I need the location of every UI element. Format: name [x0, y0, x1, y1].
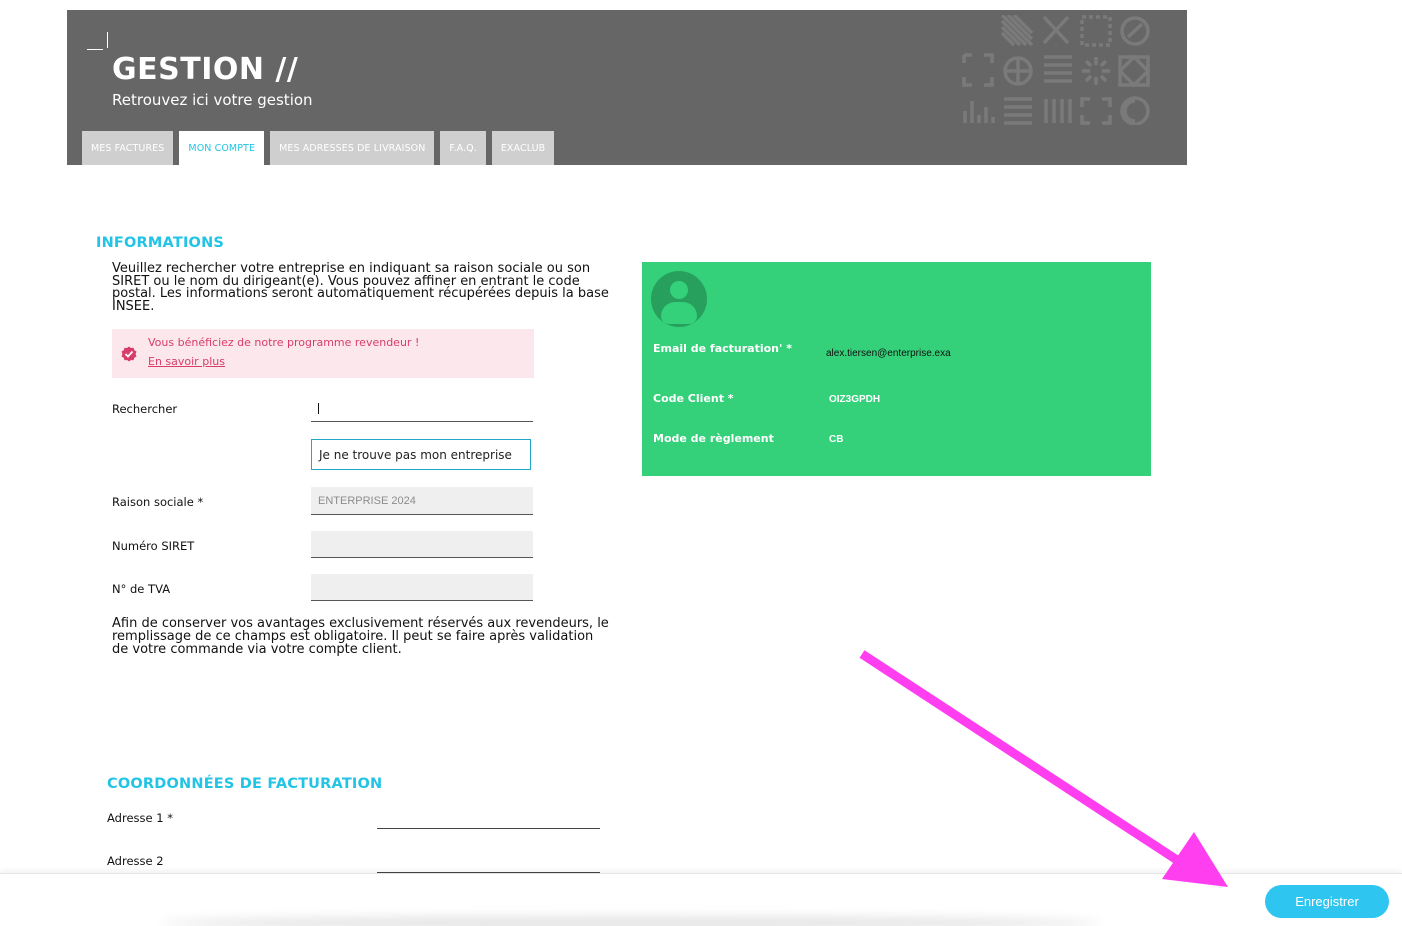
- raison-sociale-label: Raison sociale *: [112, 495, 204, 509]
- tab-bar: MES FACTURES MON COMPTE MES ADRESSES DE …: [82, 131, 555, 165]
- reseller-message: Vous bénéficiez de notre programme reven…: [148, 336, 420, 349]
- not-found-button[interactable]: Je ne trouve pas mon entreprise: [311, 439, 531, 470]
- raison-sociale-field[interactable]: [311, 487, 533, 515]
- informations-intro: Veuillez rechercher votre entreprise en …: [112, 261, 609, 314]
- save-button[interactable]: Enregistrer: [1265, 885, 1389, 918]
- reseller-more-link[interactable]: En savoir plus: [148, 355, 225, 368]
- tab-mon-compte[interactable]: MON COMPTE: [179, 131, 265, 165]
- address1-input[interactable]: [377, 828, 600, 829]
- page-title: GESTION //: [112, 52, 299, 87]
- tva-note: Afin de conserver vos avantages exclusiv…: [112, 616, 609, 657]
- avatar-icon: [651, 271, 707, 327]
- client-code-value: OIZ3GPDH: [829, 394, 881, 405]
- account-card: Email de facturation' * alex.tiersen@ent…: [642, 262, 1151, 476]
- siret-field[interactable]: [311, 531, 533, 558]
- billing-email-value: alex.tiersen@enterprise.exa: [826, 348, 951, 359]
- tab-mes-factures[interactable]: MES FACTURES: [82, 131, 174, 165]
- billing-title: COORDONNÉES DE FACTURATION: [107, 776, 383, 792]
- tab-exaclub[interactable]: EXACLUB: [491, 131, 555, 165]
- tab-mes-adresses-de-livraison[interactable]: MES ADRESSES DE LIVRAISON: [270, 131, 435, 165]
- address1-label: Adresse 1 *: [107, 811, 173, 825]
- billing-email-label: Email de facturation' *: [653, 342, 792, 355]
- bottom-shadow: [160, 916, 1100, 926]
- address2-label: Adresse 2: [107, 854, 164, 868]
- payment-mode-value: CB: [829, 434, 844, 445]
- tab-faq[interactable]: F.A.Q.: [440, 131, 486, 165]
- payment-mode-label: Mode de règlement: [653, 432, 774, 445]
- informations-title: INFORMATIONS: [96, 235, 225, 251]
- tva-field[interactable]: [311, 574, 533, 601]
- client-code-label: Code Client *: [653, 392, 734, 405]
- logo-icon: [87, 30, 111, 50]
- siret-label: Numéro SIRET: [112, 539, 195, 553]
- verified-badge-icon: [121, 346, 137, 362]
- reseller-banner: Vous bénéficiez de notre programme reven…: [112, 329, 534, 378]
- text-cursor: [318, 403, 319, 414]
- search-input[interactable]: [311, 395, 533, 422]
- decorative-pattern-icon: [962, 15, 1151, 125]
- search-label: Rechercher: [112, 402, 178, 416]
- annotation-arrow-icon: [859, 650, 1228, 887]
- tva-label: N° de TVA: [112, 582, 171, 596]
- header-banner: GESTION // Retrouvez ici votre gestion M…: [67, 10, 1187, 165]
- page-subtitle: Retrouvez ici votre gestion: [112, 91, 313, 109]
